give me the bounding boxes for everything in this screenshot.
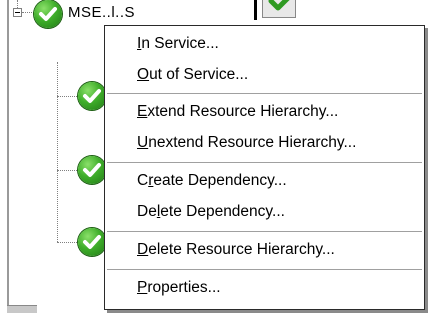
menu-item-label: ut of Service... xyxy=(149,66,249,83)
server-status-green-checkmark-icon xyxy=(262,0,296,18)
menu-separator xyxy=(107,231,422,233)
root-node-label[interactable]: MSE..l..S xyxy=(68,4,135,21)
status-column-divider xyxy=(254,0,257,20)
tree-connector xyxy=(57,96,77,97)
tree-left-border xyxy=(7,0,9,312)
menu-item-create-dependency[interactable]: Create Dependency... xyxy=(105,167,424,195)
child-status-green-checkmark-icon[interactable] xyxy=(78,156,106,184)
context-menu: In Service... Out of Service... Extend R… xyxy=(104,25,425,310)
menu-item-accelerator: E xyxy=(137,103,148,120)
tree-connector xyxy=(57,62,58,242)
menu-item-properties[interactable]: Properties... xyxy=(105,274,424,302)
menu-item-accelerator: D xyxy=(137,241,149,258)
menu-item-accelerator: P xyxy=(137,279,148,296)
menu-item-delete-dependency[interactable]: Delete Dependency... xyxy=(105,198,424,226)
tree-collapse-icon[interactable] xyxy=(13,8,22,17)
menu-item-extend-resource-hierarchy[interactable]: Extend Resource Hierarchy... xyxy=(105,98,424,126)
menu-item-in-service[interactable]: In Service... xyxy=(105,30,424,58)
child-status-green-checkmark-icon[interactable] xyxy=(78,82,106,110)
menu-item-unextend-resource-hierarchy[interactable]: Unextend Resource Hierarchy... xyxy=(105,129,424,157)
menu-item-out-of-service[interactable]: Out of Service... xyxy=(105,61,424,89)
menu-item-delete-resource-hierarchy[interactable]: Delete Resource Hierarchy... xyxy=(105,236,424,264)
menu-separator xyxy=(107,93,422,95)
tree-connector xyxy=(57,170,77,171)
child-status-green-checkmark-icon[interactable] xyxy=(78,228,106,256)
tree-connector xyxy=(17,0,18,8)
menu-separator xyxy=(107,269,422,271)
menu-item-label: ete Dependency... xyxy=(160,203,285,220)
menu-item-label: n Service... xyxy=(141,35,219,52)
root-status-green-checkmark-icon[interactable] xyxy=(34,0,62,28)
tree-connector xyxy=(22,12,34,13)
menu-separator xyxy=(107,162,422,164)
menu-item-label: nextend Resource Hierarchy... xyxy=(148,134,357,151)
menu-item-label: C xyxy=(137,172,149,189)
menu-item-label: elete Resource Hierarchy... xyxy=(148,241,335,258)
menu-item-label: eate Dependency... xyxy=(153,172,287,189)
menu-item-accelerator: U xyxy=(137,134,149,151)
menu-item-label: roperties... xyxy=(147,279,221,296)
menu-item-label: xtend Resource Hierarchy... xyxy=(147,103,339,120)
menu-item-accelerator: O xyxy=(137,66,150,83)
tree-connector xyxy=(57,242,77,243)
menu-item-label: De xyxy=(137,203,157,220)
